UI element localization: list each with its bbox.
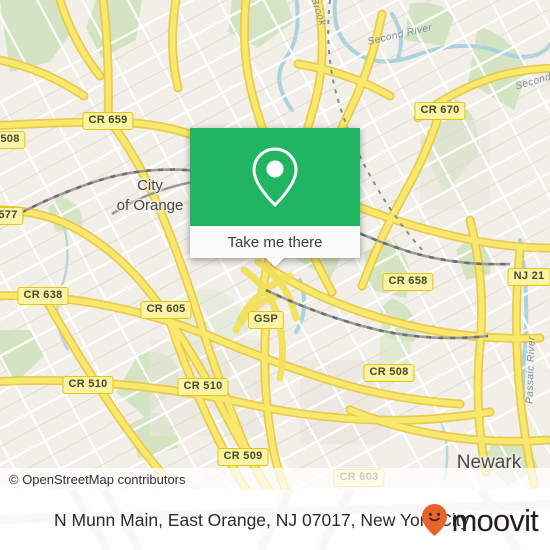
location-popup-card[interactable]: Take me there bbox=[190, 128, 360, 267]
map-canvas[interactable]: Second RiverBrookSecond RiPassaic River … bbox=[0, 0, 550, 490]
map-screenshot: Second RiverBrookSecond RiPassaic River … bbox=[0, 0, 550, 550]
attribution-text: © OpenStreetMap contributors bbox=[9, 471, 186, 487]
moovit-smiley-pin-icon bbox=[422, 504, 448, 536]
map-pin-icon bbox=[252, 147, 298, 208]
place-label: City of Orange bbox=[116, 177, 184, 214]
take-me-there-button[interactable]: Take me there bbox=[190, 226, 360, 258]
road-shield: CR 638 bbox=[17, 287, 69, 305]
road-shield: GSP bbox=[247, 311, 285, 329]
road-shield: NJ 21 bbox=[507, 268, 550, 286]
road-shield: CR 508 bbox=[363, 364, 415, 382]
road-shield: CR 670 bbox=[414, 102, 466, 120]
road-shield: 577 bbox=[0, 207, 24, 225]
popup-pointer-tail bbox=[266, 258, 284, 267]
map-attribution[interactable]: © OpenStreetMap contributors bbox=[0, 468, 550, 490]
address-text: N Munn Main, East Orange, NJ 07017, New … bbox=[54, 509, 470, 530]
road-shield: CR 509 bbox=[217, 448, 269, 466]
road-shield: 508 bbox=[0, 131, 26, 149]
road-shield: CR 605 bbox=[140, 301, 192, 319]
road-shield: CR 658 bbox=[382, 273, 434, 291]
popup-header bbox=[190, 128, 360, 226]
road-shield: CR 659 bbox=[82, 112, 134, 130]
moovit-wordmark: moovit bbox=[451, 502, 538, 538]
road-shield: CR 510 bbox=[62, 376, 114, 394]
moovit-logo[interactable]: moovit bbox=[421, 502, 539, 538]
footer-bar: N Munn Main, East Orange, NJ 07017, New … bbox=[0, 490, 550, 550]
road-shield: CR 510 bbox=[177, 378, 229, 396]
waterway-label: Passaic River bbox=[524, 336, 538, 404]
take-me-there-label: Take me there bbox=[227, 233, 323, 251]
